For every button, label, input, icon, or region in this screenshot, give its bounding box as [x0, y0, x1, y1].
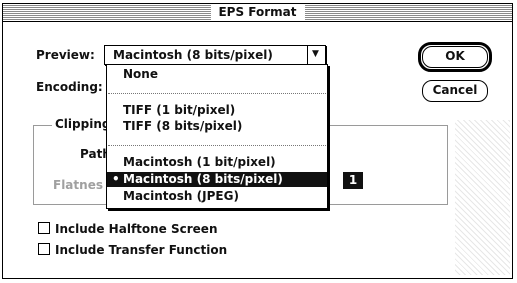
- encoding-label: Encoding:: [36, 80, 103, 94]
- background-texture: [455, 120, 510, 275]
- dialog-title: EPS Format: [210, 5, 305, 20]
- preview-selected-value: Macintosh (8 bits/pixel): [113, 48, 273, 62]
- clipping-group-label: Clipping: [52, 117, 114, 131]
- include-halftone-checkbox[interactable]: Include Halftone Screen: [38, 222, 218, 236]
- preview-popup[interactable]: Macintosh (8 bits/pixel) ▼: [104, 45, 326, 65]
- menu-item-label: TIFF (1 bit/pixel): [123, 103, 236, 117]
- menu-item-mac-1bit[interactable]: Macintosh (1 bit/pixel): [107, 155, 327, 170]
- menu-item-label: Macintosh (8 bits/pixel): [123, 172, 283, 186]
- selected-bullet-icon: •: [112, 172, 120, 186]
- menu-item-tiff-1bit[interactable]: TIFF (1 bit/pixel): [107, 103, 327, 118]
- menu-item-mac-jpeg[interactable]: Macintosh (JPEG): [107, 189, 327, 204]
- menu-item-none[interactable]: None: [107, 67, 327, 82]
- cancel-button[interactable]: Cancel: [422, 80, 488, 102]
- menu-item-label: Macintosh (1 bit/pixel): [123, 155, 276, 169]
- callout-badge: 1: [343, 172, 363, 189]
- ok-button[interactable]: OK: [422, 46, 488, 68]
- menu-item-tiff-8bit[interactable]: TIFF (8 bits/pixel): [107, 119, 327, 134]
- menu-item-label: None: [123, 67, 158, 81]
- checkbox-label: Include Halftone Screen: [55, 222, 218, 236]
- popup-arrow[interactable]: ▼: [307, 46, 325, 64]
- flatness-label: Flatnes: [53, 178, 103, 192]
- include-transfer-checkbox[interactable]: Include Transfer Function: [38, 243, 227, 257]
- checkbox-box[interactable]: [38, 222, 50, 234]
- preview-label: Preview:: [36, 48, 95, 62]
- preview-dropdown-menu: None TIFF (1 bit/pixel) TIFF (8 bits/pix…: [106, 64, 328, 209]
- menu-separator: [108, 145, 326, 146]
- checkbox-label: Include Transfer Function: [55, 243, 228, 257]
- menu-item-mac-8bit[interactable]: • Macintosh (8 bits/pixel): [107, 172, 327, 187]
- menu-item-label: TIFF (8 bits/pixel): [123, 119, 243, 133]
- menu-item-label: Macintosh (JPEG): [123, 189, 239, 203]
- triangle-down-icon: ▼: [312, 49, 319, 59]
- menu-separator: [108, 93, 326, 94]
- checkbox-box[interactable]: [38, 243, 50, 255]
- title-bar[interactable]: EPS Format: [3, 4, 512, 22]
